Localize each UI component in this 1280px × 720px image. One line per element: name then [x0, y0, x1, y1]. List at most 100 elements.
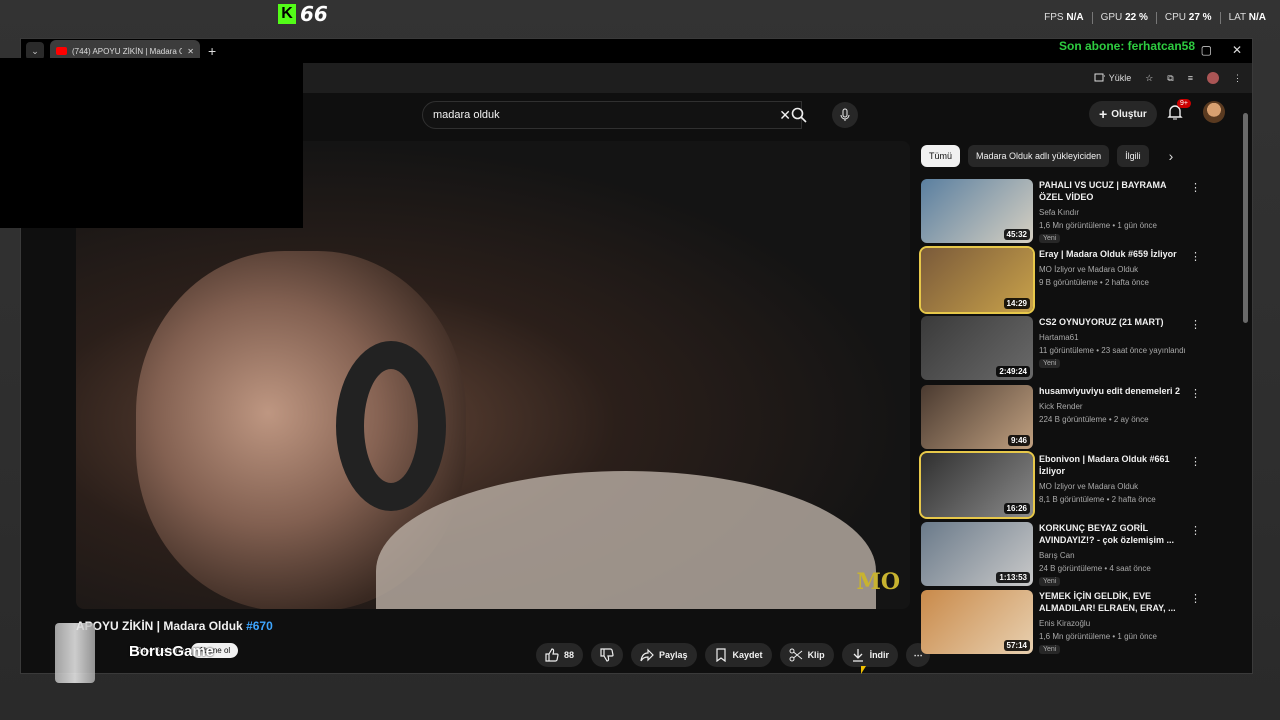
more-options-icon[interactable]: ⋮ — [1190, 250, 1201, 263]
view-info: 1,6 Mn görüntüleme • 1 gün önce — [1039, 221, 1157, 230]
chip-related[interactable]: İlgili — [1117, 145, 1149, 167]
recommendation-item[interactable]: 45:32 PAHALI VS UCUZ | BAYRAMA ÖZEL VİDE… — [921, 179, 1201, 248]
share-icon — [640, 648, 654, 662]
more-options-icon[interactable]: ⋮ — [1190, 524, 1201, 537]
extensions-icon[interactable]: ⧉ — [1167, 73, 1173, 84]
channel-name[interactable]: Hartama61 — [1039, 331, 1187, 344]
video-thumbnail[interactable]: 1:13:53 — [921, 521, 1033, 586]
dislike-button[interactable] — [591, 643, 624, 667]
upload-button[interactable]: Yükle — [1094, 73, 1131, 83]
like-button[interactable]: 88 — [536, 643, 584, 667]
bookmark-icon — [715, 648, 726, 662]
youtube-favicon-icon — [56, 47, 67, 55]
new-tab-button[interactable]: + — [208, 43, 216, 59]
browser-menu-icon[interactable]: ⋮ — [1233, 73, 1242, 84]
more-options-icon[interactable]: ⋮ — [1190, 387, 1201, 400]
video-thumbnail[interactable]: 14:29 — [919, 245, 1035, 314]
video-meta: Ebonivon | Madara Olduk #661 İzliyor MO … — [1039, 453, 1187, 522]
new-badge: Yeni — [1039, 576, 1061, 586]
channel-name[interactable]: Kick Render — [1039, 400, 1187, 413]
account-avatar[interactable] — [1203, 101, 1225, 123]
save-button[interactable]: Kaydet — [704, 643, 772, 667]
kick-logo-icon: K — [278, 4, 296, 24]
page-scrollbar[interactable] — [1242, 97, 1250, 673]
video-title[interactable]: PAHALI VS UCUZ | BAYRAMA ÖZEL VİDEO — [1039, 179, 1187, 203]
stream-overlay-blackbox — [0, 58, 303, 228]
video-title[interactable]: Ebonivon | Madara Olduk #661 İzliyor — [1039, 453, 1187, 477]
upload-icon — [1094, 73, 1105, 82]
download-icon — [852, 649, 863, 662]
search-icon — [791, 107, 807, 123]
last-subscriber-overlay: Son abone: ferhatcan58 — [1059, 39, 1196, 53]
thumbs-down-icon — [600, 648, 614, 662]
share-button[interactable]: Paylaş — [631, 643, 697, 667]
viewer-count: 66 — [300, 2, 328, 26]
video-duration: 9:46 — [1007, 434, 1030, 446]
perf-stats: FPS N/A GPU 22 % CPU 27 % LAT N/A — [1044, 12, 1266, 24]
voice-search-button[interactable] — [832, 102, 858, 128]
view-info: 224 B görüntüleme • 2 ay önce — [1039, 414, 1149, 424]
video-title[interactable]: husamviyuviyu edit denemeleri 2 — [1039, 385, 1187, 397]
channel-name[interactable]: Enis Kirazoğlu — [1039, 617, 1187, 630]
channel-name[interactable]: Sefa Kındır — [1039, 206, 1187, 219]
video-meta: PAHALI VS UCUZ | BAYRAMA ÖZEL VİDEO Sefa… — [1039, 179, 1187, 248]
recommendation-item[interactable]: 14:29 Eray | Madara Olduk #659 İzliyor M… — [919, 245, 1201, 317]
media-control-icon[interactable]: ≡ — [1188, 73, 1193, 83]
channel-name[interactable]: MO İzliyor ve Madara Olduk — [1039, 480, 1187, 493]
channel-name[interactable]: MO İzliyor ve Madara Olduk — [1039, 263, 1187, 276]
thumbs-up-icon — [545, 648, 559, 662]
video-thumbnail[interactable]: 45:32 — [921, 179, 1033, 243]
video-title[interactable]: KORKUNÇ BEYAZ GORİL AVINDAYIZ!? - çok öz… — [1039, 522, 1187, 546]
chip-from-uploader[interactable]: Madara Olduk adlı yükleyiciden — [968, 145, 1110, 167]
scissors-icon — [789, 648, 802, 662]
video-meta: Eray | Madara Olduk #659 İzliyor MO İzli… — [1039, 248, 1187, 317]
download-button[interactable]: İndir — [841, 643, 899, 667]
view-info: 1,6 Mn görüntüleme • 1 gün önce — [1039, 632, 1157, 641]
stat-fps: FPS N/A — [1044, 12, 1084, 23]
more-options-icon[interactable]: ⋮ — [1190, 455, 1201, 468]
view-info: 8,1 B görüntüleme • 2 hafta önce — [1039, 495, 1156, 504]
tab-close-icon[interactable]: ✕ — [187, 47, 194, 56]
maximize-button[interactable]: ▢ — [1201, 43, 1212, 57]
bookmark-star-icon[interactable]: ☆ — [1145, 73, 1153, 84]
microphone-icon — [840, 108, 850, 121]
stat-lat: LAT N/A — [1228, 12, 1266, 23]
new-badge: Yeni — [1039, 234, 1061, 243]
video-title[interactable]: YEMEK İÇİN GELDİK, EVE ALMADILAR! ELRAEN… — [1039, 590, 1187, 614]
recommendation-item[interactable]: 2:49:24 CS2 OYNUYORUZ (21 MART) Hartama6… — [921, 316, 1201, 385]
video-title[interactable]: CS2 OYNUYORUZ (21 MART) — [1039, 316, 1187, 328]
video-thumbnail[interactable]: 2:49:24 — [921, 316, 1033, 380]
plus-icon: + — [1099, 106, 1108, 122]
search-button[interactable] — [781, 101, 817, 129]
video-actions: 88 Paylaş Kaydet Klip İndir ⋯ — [536, 643, 931, 667]
recommendation-item[interactable]: 16:26 Ebonivon | Madara Olduk #661 İzliy… — [919, 451, 1201, 522]
profile-icon[interactable] — [1207, 72, 1219, 84]
recommendation-item[interactable]: 9:46 husamviyuviyu edit denemeleri 2 Kic… — [921, 384, 1201, 454]
clip-button[interactable]: Klip — [779, 643, 834, 667]
search-value: madara olduk — [433, 109, 500, 121]
more-options-icon[interactable]: ⋮ — [1190, 181, 1201, 194]
video-duration: 16:26 — [1003, 503, 1030, 514]
mouse-cursor — [861, 666, 866, 674]
video-thumbnail[interactable]: 16:26 — [919, 451, 1035, 519]
video-thumbnail[interactable]: 57:14 — [921, 590, 1033, 654]
view-info: 11 görüntüleme • 23 saat önce yayınlandı — [1039, 346, 1186, 355]
video-title[interactable]: Eray | Madara Olduk #659 İzliyor — [1039, 248, 1187, 260]
borusgame-overlay: BorusGame — [129, 643, 215, 660]
kick-viewer-overlay: K 66 — [278, 2, 328, 26]
more-options-icon[interactable]: ⋮ — [1190, 592, 1201, 605]
scrollbar-thumb[interactable] — [1243, 113, 1248, 323]
tab-title: (744) APOYU ZİKİN | Madara Ol — [72, 46, 183, 56]
channel-name[interactable]: Barış Can — [1039, 549, 1187, 562]
window-close-button[interactable]: ✕ — [1232, 43, 1242, 57]
recommendation-item[interactable]: 57:14 YEMEK İÇİN GELDİK, EVE ALMADILAR! … — [921, 590, 1201, 659]
chip-all[interactable]: Tümü — [921, 145, 961, 167]
video-thumbnail[interactable]: 9:46 — [921, 384, 1033, 449]
create-button[interactable]: + Oluştur — [1089, 101, 1157, 127]
video-duration: 45:32 — [1003, 229, 1030, 240]
recommendation-item[interactable]: 1:13:53 KORKUNÇ BEYAZ GORİL AVINDAYIZ!? … — [921, 521, 1201, 591]
chevron-right-icon[interactable]: › — [1169, 148, 1174, 164]
video-hashtag[interactable]: #670 — [246, 619, 273, 633]
more-options-icon[interactable]: ⋮ — [1190, 318, 1201, 331]
search-input[interactable]: madara olduk ✕ — [422, 101, 802, 129]
